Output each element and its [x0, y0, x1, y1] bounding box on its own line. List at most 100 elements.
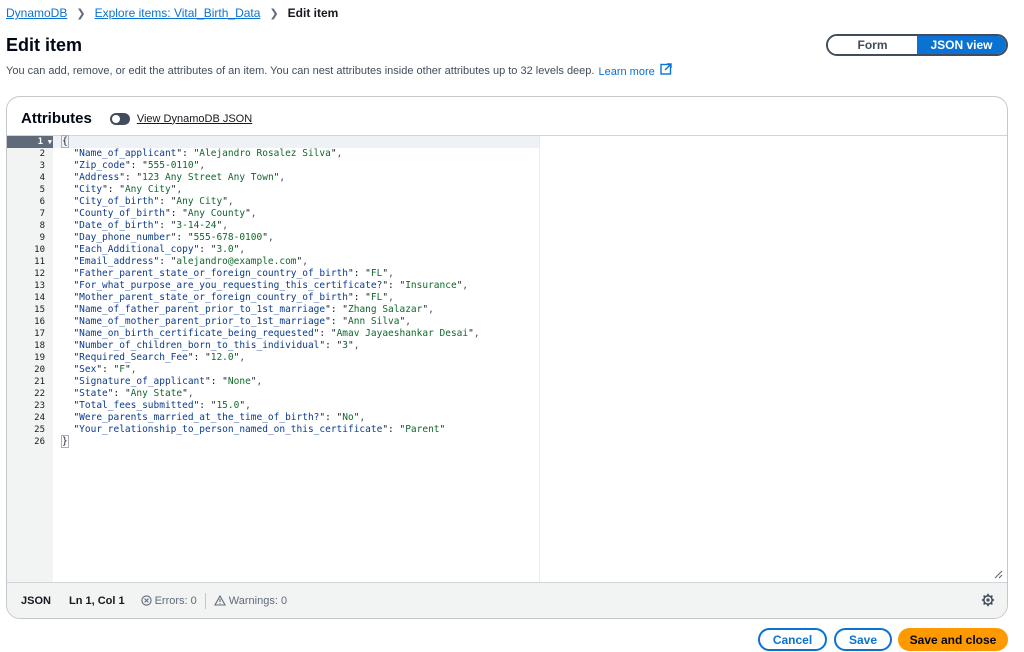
code-line: "County_of_birth": "Any County",: [62, 208, 257, 219]
breadcrumb-explore-items[interactable]: Explore items: Vital_Birth_Data: [95, 6, 261, 20]
code-line: {: [53, 135, 539, 148]
code-line: "City": "Any City",: [62, 184, 183, 195]
json-key: Email_address: [79, 256, 154, 267]
json-comma: ,: [250, 208, 257, 219]
save-and-close-button[interactable]: Save and close: [898, 628, 1008, 651]
errors-indicator[interactable]: Errors: 0: [140, 594, 197, 607]
line-number: 5: [7, 184, 53, 196]
attributes-container: Attributes View DynamoDB JSON 1 ▼ 2 3 4 5 6 7 8 9…: [6, 96, 1008, 619]
learn-more-link[interactable]: Learn more: [598, 63, 672, 78]
json-key: Your_relationship_to_person_named_on_thi…: [79, 424, 383, 435]
json-key: County_of_birth: [79, 208, 165, 219]
attributes-title: Attributes: [21, 110, 92, 127]
save-button[interactable]: Save: [834, 628, 892, 651]
json-key: Each_Additional_copy: [79, 244, 194, 255]
json-comma: ,: [227, 196, 234, 207]
breadcrumb: DynamoDB ❯ Explore items: Vital_Birth_Da…: [6, 4, 338, 22]
json-value: None: [227, 376, 251, 387]
errors-count: Errors: 0: [154, 594, 197, 607]
toggle-switch-icon[interactable]: [109, 112, 130, 125]
json-key: City: [79, 184, 103, 195]
json-value: 3: [342, 340, 349, 351]
code-line: "State": "Any State",: [62, 388, 194, 399]
json-value: Zhang Salazar: [348, 304, 423, 315]
line-number: 1 ▼: [7, 136, 53, 148]
json-comma: ,: [302, 256, 308, 267]
code-line: "Were_parents_married_at_the_time_of_bir…: [62, 412, 366, 423]
code-line: "Day_phone_number": "555-678-0100",: [62, 232, 274, 243]
line-number-gutter: 1 ▼ 2 3 4 5 6 7 8 9 10 11 12 13 14 15 16 17 18 19 20 21 22 23 24…: [7, 136, 53, 582]
code-line: "Total_fees_submitted": "15.0",: [62, 400, 251, 411]
json-comma: ,: [222, 220, 228, 231]
code-line: "Number_of_children_born_to_this_individ…: [62, 340, 360, 351]
line-number: 4: [7, 172, 53, 184]
line-number-text: 26: [34, 437, 45, 447]
code-line: "Your_relationship_to_person_named_on_th…: [62, 424, 446, 435]
code-line: "Each_Additional_copy": "3.0",: [62, 244, 246, 255]
line-number: 11: [7, 256, 53, 268]
gear-icon[interactable]: [981, 593, 995, 607]
json-comma: ,: [239, 352, 246, 363]
form-view-button[interactable]: Form: [828, 36, 917, 54]
json-comma: ,: [187, 388, 194, 399]
json-key: Signature_of_applicant: [79, 376, 206, 387]
line-number-text: 1: [37, 137, 43, 147]
json-comma: ,: [473, 328, 480, 339]
breadcrumb-dynamodb[interactable]: DynamoDB: [6, 6, 67, 20]
line-number: 3: [7, 160, 53, 172]
toggle-label: View DynamoDB JSON: [136, 112, 253, 125]
code-line: }: [53, 435, 539, 448]
line-number: 20: [7, 364, 53, 376]
code-line: "Sex": "F",: [62, 364, 137, 375]
json-comma: ,: [267, 232, 274, 243]
json-comma: ,: [130, 364, 137, 375]
page-title: Edit item: [6, 35, 83, 55]
line-number: 26: [7, 436, 53, 448]
view-mode-segmented-control: Form JSON view: [826, 34, 1008, 56]
json-value: Any County: [187, 208, 246, 219]
code-line: "Email_address": "alejandro@example.com"…: [62, 256, 308, 267]
line-number-text: 25: [34, 425, 45, 435]
cancel-button[interactable]: Cancel: [758, 628, 827, 651]
page-description: You can add, remove, or edit the attribu…: [6, 63, 672, 78]
code-line: "Name_of_mother_parent_prior_to_1st_marr…: [62, 316, 411, 327]
line-number: 8: [7, 220, 53, 232]
line-number: 21: [7, 376, 53, 388]
json-value: Parent: [405, 424, 440, 435]
line-number: 17: [7, 328, 53, 340]
warnings-indicator[interactable]: Warnings: 0: [213, 595, 287, 607]
json-value: 555-678-0100: [193, 232, 263, 243]
code-line: "Name_of_applicant": "Alejandro Rosalez …: [62, 148, 343, 159]
json-value: Alejandro Rosalez Silva: [199, 148, 331, 159]
line-number-text: 10: [34, 245, 45, 255]
json-comma: ,: [388, 292, 394, 303]
page-description-text: You can add, remove, or edit the attribu…: [6, 64, 595, 77]
resize-handle-icon[interactable]: [994, 570, 1003, 579]
close-brace: }: [61, 435, 69, 448]
line-number: 13: [7, 280, 53, 292]
json-value: 3.0: [216, 244, 234, 255]
code-area[interactable]: { "Name_of_applicant": "Alejandro Rosale…: [53, 135, 539, 582]
dynamodb-json-toggle[interactable]: View DynamoDB JSON: [109, 112, 253, 125]
editor-divider: [539, 136, 540, 582]
line-number-text: 19: [34, 353, 45, 363]
line-number-text: 8: [39, 221, 45, 231]
json-key: Total_fees_submitted: [79, 400, 194, 411]
code-line: "Signature_of_applicant": "None",: [62, 376, 263, 387]
json-code-editor[interactable]: 1 ▼ 2 3 4 5 6 7 8 9 10 11 12 13 14 15 16 17 18 19 20 21 22 23 24…: [7, 135, 1007, 582]
json-view-button[interactable]: JSON view: [917, 36, 1006, 54]
json-key: Day_phone_number: [79, 232, 171, 243]
json-key: Number_of_children_born_to_this_individu…: [79, 340, 320, 351]
line-number-text: 11: [34, 257, 45, 267]
json-value: 12.0: [210, 352, 234, 363]
fold-caret-icon[interactable]: ▼: [48, 136, 52, 148]
json-key: Sex: [79, 364, 97, 375]
json-value: FL: [370, 292, 383, 303]
editor-mode: JSON: [21, 594, 51, 607]
breadcrumb-current: Edit item: [287, 6, 339, 20]
line-number-text: 22: [34, 389, 45, 399]
line-number: 10: [7, 244, 53, 256]
json-value: Any State: [130, 388, 183, 399]
json-key: Name_of_father_parent_prior_to_1st_marri…: [79, 304, 326, 315]
line-number-text: 17: [34, 329, 45, 339]
